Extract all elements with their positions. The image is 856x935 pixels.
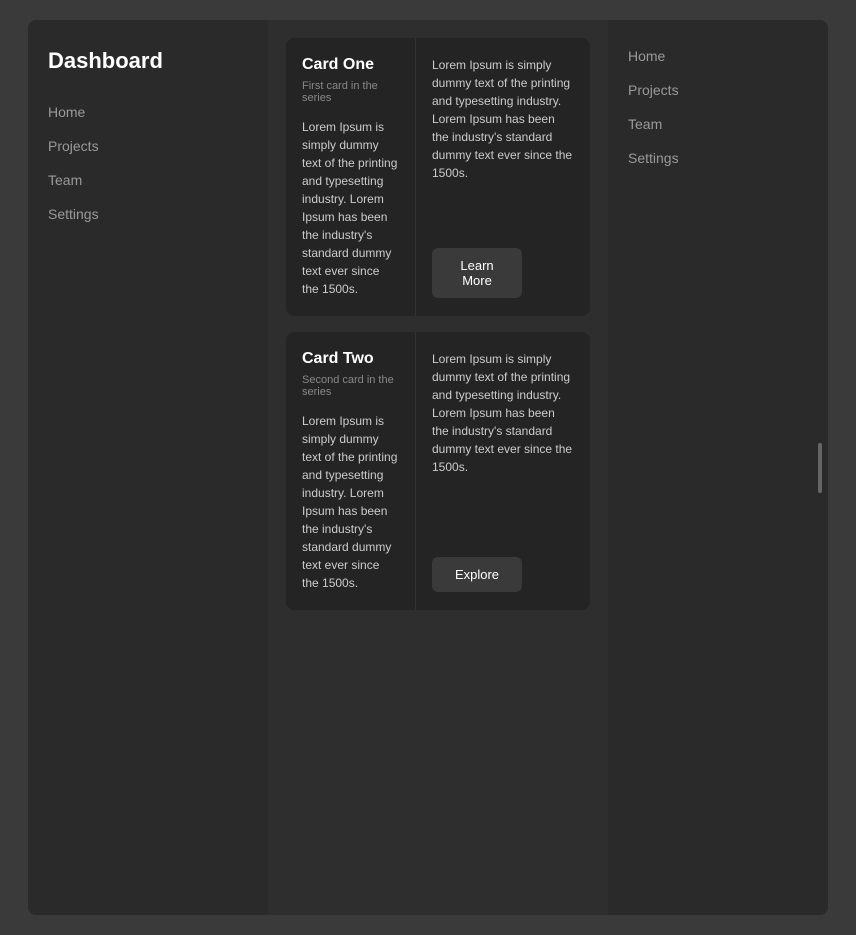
main-content: Card One First card in the series Lorem … (268, 20, 608, 915)
card-two-left: Card Two Second card in the series Lorem… (286, 332, 416, 610)
right-sidebar-item-home[interactable]: Home (628, 48, 808, 64)
sidebar-item-projects[interactable]: Projects (48, 136, 248, 156)
right-sidebar: Home Projects Team Settings (608, 20, 828, 915)
card-one-left-body: Lorem Ipsum is simply dummy text of the … (302, 118, 399, 298)
dashboard-title: Dashboard (48, 48, 248, 74)
card-one: Card One First card in the series Lorem … (286, 38, 590, 316)
card-two-title: Card Two (302, 350, 399, 368)
right-sidebar-item-projects[interactable]: Projects (628, 82, 808, 98)
page-wrapper: Dashboard Home Projects Team Settings Ca… (28, 20, 828, 915)
sidebar-nav: Home Projects Team Settings (48, 102, 248, 224)
card-one-subtitle: First card in the series (302, 80, 399, 104)
sidebar-item-home[interactable]: Home (48, 102, 248, 122)
right-sidebar-nav: Home Projects Team Settings (628, 48, 808, 166)
card-one-learn-more-button[interactable]: Learn More (432, 248, 522, 298)
sidebar-item-team[interactable]: Team (48, 170, 248, 190)
card-one-left: Card One First card in the series Lorem … (286, 38, 416, 316)
card-two-subtitle: Second card in the series (302, 374, 399, 398)
card-two: Card Two Second card in the series Lorem… (286, 332, 590, 610)
left-sidebar: Dashboard Home Projects Team Settings (28, 20, 268, 915)
card-one-right: Lorem Ipsum is simply dummy text of the … (416, 38, 590, 316)
right-sidebar-item-team[interactable]: Team (628, 116, 808, 132)
scrollbar-handle[interactable] (818, 443, 822, 493)
card-one-title: Card One (302, 56, 399, 74)
card-two-left-body: Lorem Ipsum is simply dummy text of the … (302, 412, 399, 592)
right-sidebar-item-settings[interactable]: Settings (628, 150, 808, 166)
sidebar-item-settings[interactable]: Settings (48, 204, 248, 224)
card-one-right-body: Lorem Ipsum is simply dummy text of the … (432, 56, 574, 182)
card-two-explore-button[interactable]: Explore (432, 557, 522, 592)
card-two-right: Lorem Ipsum is simply dummy text of the … (416, 332, 590, 610)
card-two-right-body: Lorem Ipsum is simply dummy text of the … (432, 350, 574, 476)
